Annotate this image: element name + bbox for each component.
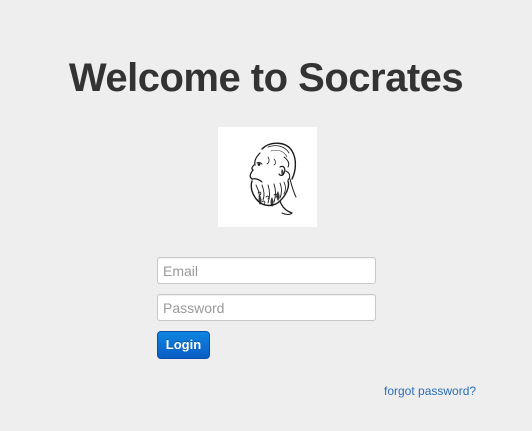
email-input[interactable] <box>157 257 376 284</box>
socrates-logo <box>218 127 317 227</box>
password-input[interactable] <box>157 294 376 321</box>
login-page: Welcome to Socrates Email Login forgot p… <box>0 0 532 431</box>
socrates-bust-icon <box>249 142 297 215</box>
login-button[interactable]: Login <box>157 331 210 359</box>
forgot-password-link[interactable]: forgot password? <box>384 383 476 399</box>
page-title: Welcome to Socrates <box>68 56 464 100</box>
